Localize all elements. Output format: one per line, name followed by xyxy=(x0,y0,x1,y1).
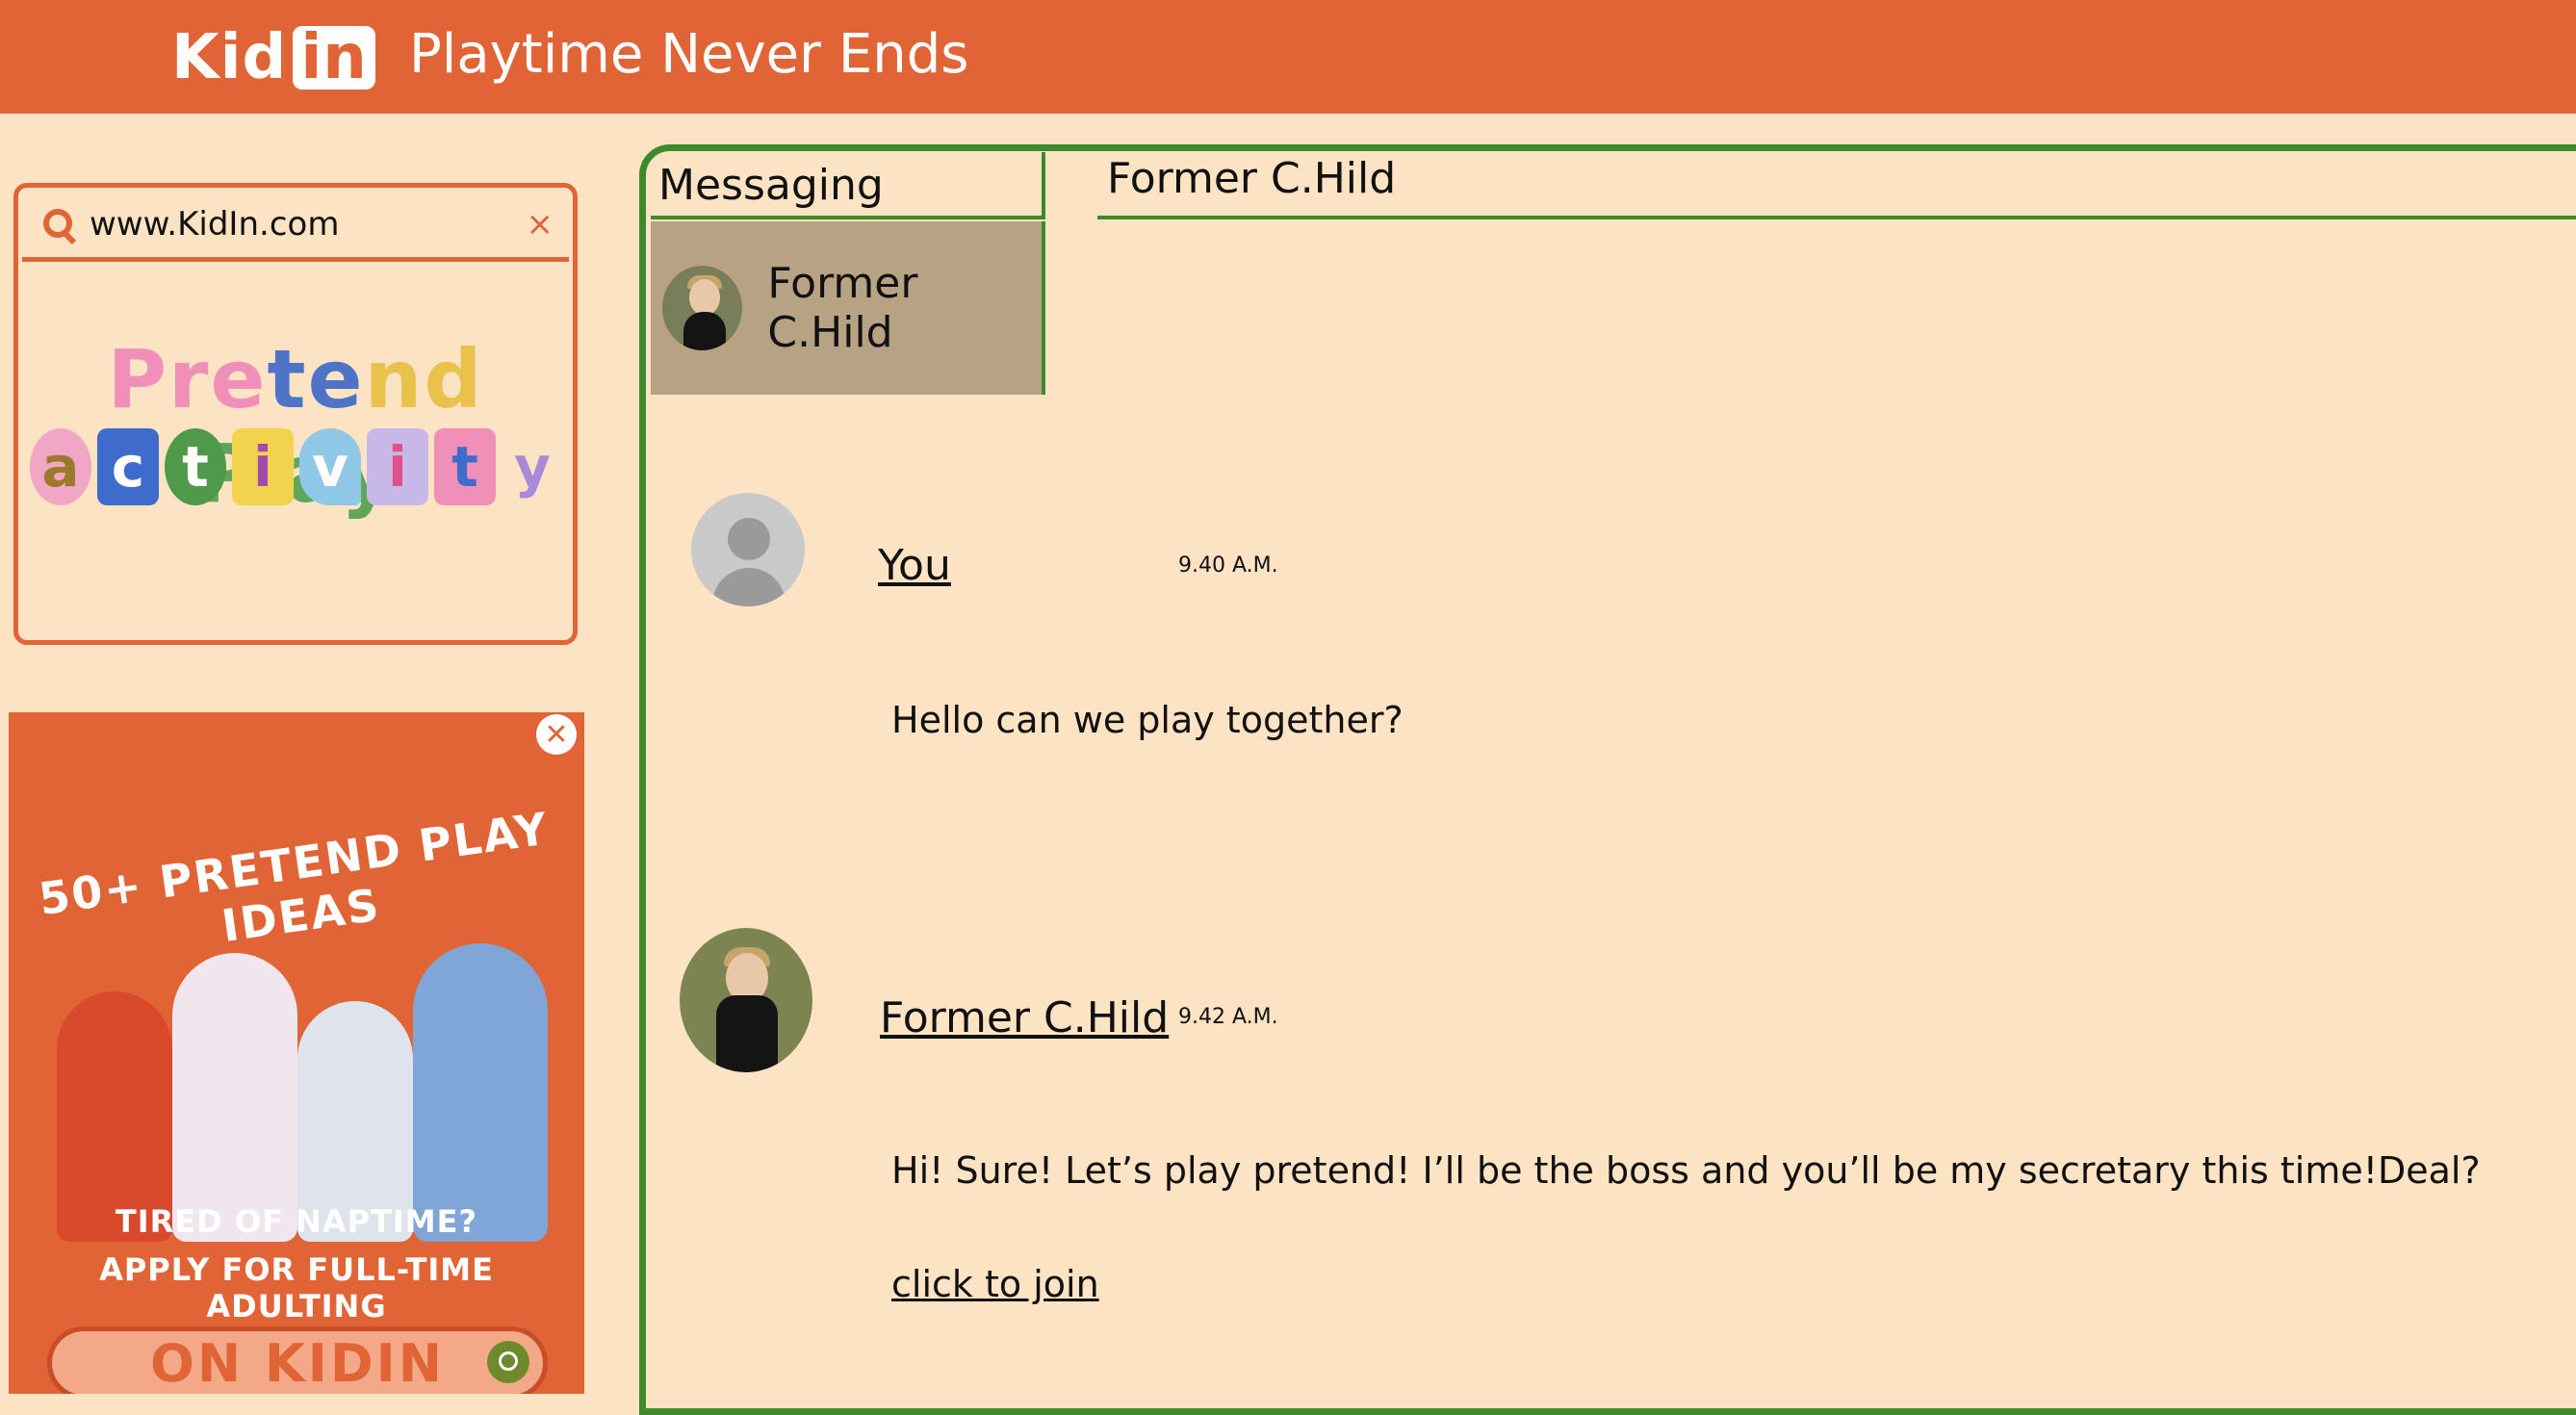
avatar xyxy=(680,928,812,1072)
click-to-join-link[interactable]: click to join xyxy=(891,1263,1099,1305)
ad-subline-1: TIRED OF NAPTIME? xyxy=(115,1203,478,1240)
logo-prefix: Kid xyxy=(171,22,288,93)
message-text: Hi! Sure! Let’s play pretend! I’ll be th… xyxy=(891,1149,2481,1192)
activity-letter: a xyxy=(30,428,91,505)
activity-letter: i xyxy=(367,428,428,505)
search-icon xyxy=(39,205,78,245)
title-part: Pre xyxy=(107,332,268,426)
advertisement[interactable]: ✕ 50+ PRETEND PLAY IDEAS TIRED OF NAPTIM… xyxy=(9,712,584,1394)
conversation-name: Former C.Hild xyxy=(767,259,918,357)
activity-letter: i xyxy=(232,428,294,505)
search-input[interactable] xyxy=(88,204,505,244)
message-time: 9.42 A.M. xyxy=(1178,1005,1278,1029)
activity-letter: t xyxy=(434,428,496,505)
message-text: Hello can we play together? xyxy=(891,699,1404,741)
ad-cta-button[interactable]: ON KIDIN xyxy=(47,1326,548,1394)
ad-cta-label: ON KIDIN xyxy=(150,1332,445,1394)
activity-word: a c t i v i t y xyxy=(30,428,563,505)
ad-subline-2: APPLY FOR FULL-TIME ADULTING xyxy=(99,1251,494,1325)
ad-kids-photo xyxy=(47,924,548,1242)
close-ad-icon[interactable]: ✕ xyxy=(536,714,577,755)
search-card: × Pretend Play a c t i v i t y xyxy=(13,183,578,645)
logo-in-badge: in xyxy=(293,26,375,90)
title-part: nd xyxy=(364,332,484,426)
activity-letter: c xyxy=(97,428,159,505)
title-part: te xyxy=(267,332,365,426)
activity-letter: v xyxy=(299,428,361,505)
search-bar: × xyxy=(22,192,569,262)
avatar xyxy=(662,266,743,350)
top-header: Kid in Playtime Never Ends xyxy=(0,0,2576,114)
site-tagline: Playtime Never Ends xyxy=(409,23,969,86)
chat-title: Former C.Hild xyxy=(1107,154,1397,203)
divider xyxy=(1097,216,2576,219)
message-sender[interactable]: You xyxy=(878,541,951,590)
conversation-item[interactable]: Former C.Hild xyxy=(651,221,1045,395)
activity-letter: t xyxy=(165,428,226,505)
message-sender[interactable]: Former C.Hild xyxy=(880,993,1169,1042)
tab-messaging[interactable]: Messaging xyxy=(651,152,1045,219)
activity-letter: y xyxy=(514,434,551,500)
message-time: 9.40 A.M. xyxy=(1178,553,1278,578)
clear-search-icon[interactable]: × xyxy=(527,205,554,244)
search-icon xyxy=(487,1341,529,1383)
kidin-logo[interactable]: Kid in xyxy=(171,21,375,94)
avatar xyxy=(691,493,805,606)
